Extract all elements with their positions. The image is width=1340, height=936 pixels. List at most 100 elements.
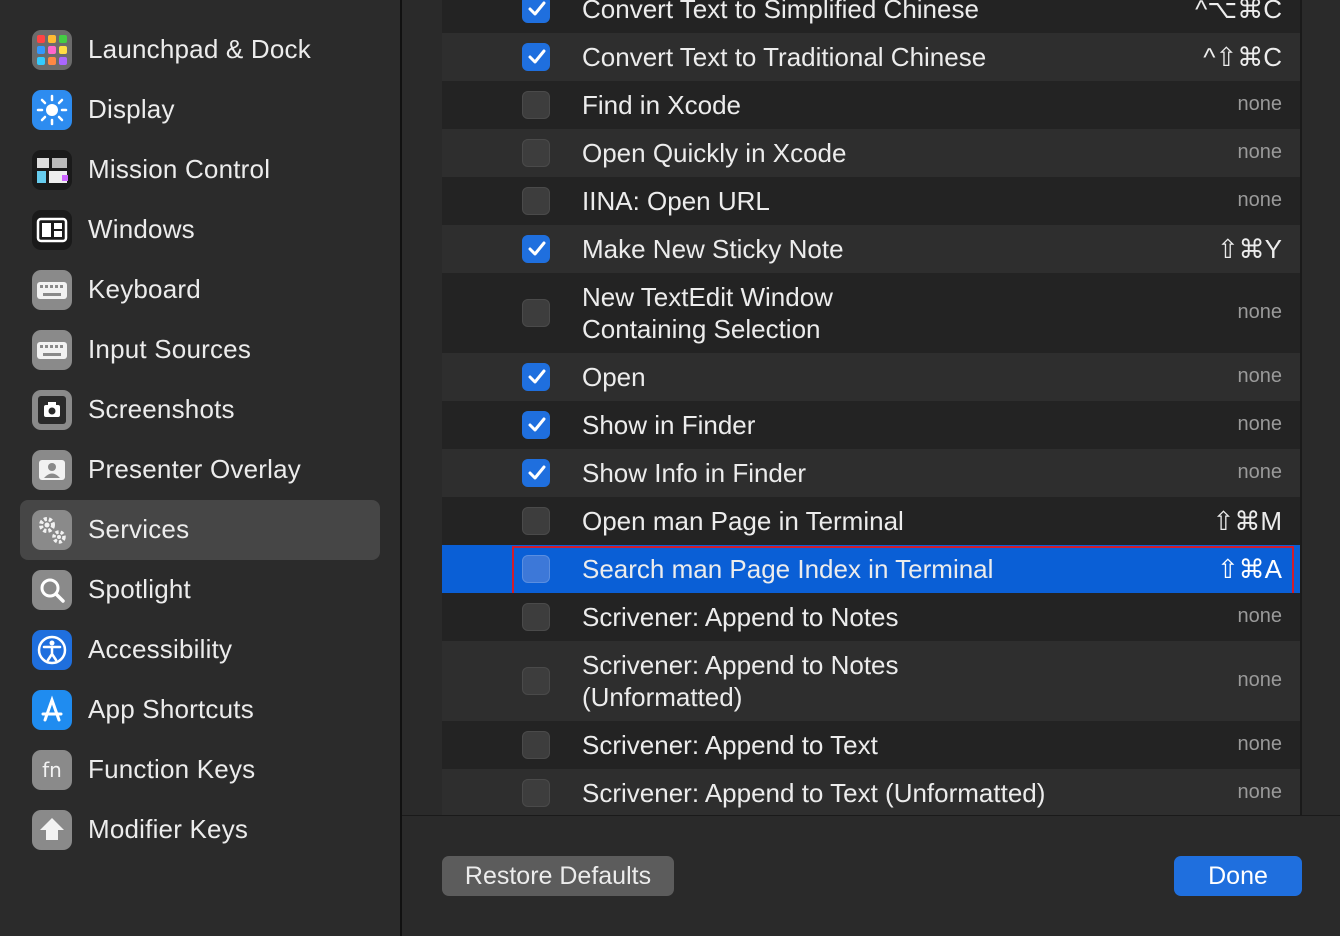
service-row[interactable]: Make New Sticky Note ⇧⌘Y xyxy=(442,225,1302,273)
service-checkbox[interactable] xyxy=(522,0,550,23)
service-row[interactable]: IINA: Open URL none xyxy=(442,177,1302,225)
services-list[interactable]: Convert Text to Simplified Chinese ^⌥⌘C Co… xyxy=(442,0,1302,815)
service-shortcut[interactable]: none xyxy=(1238,141,1283,164)
sidebar-item-mission-control[interactable]: Mission Control xyxy=(20,140,380,200)
service-checkbox[interactable] xyxy=(522,779,550,807)
service-shortcut[interactable]: none xyxy=(1238,461,1283,484)
sidebar-item-keyboard[interactable]: Keyboard xyxy=(20,260,380,320)
service-row[interactable]: Open none xyxy=(442,353,1302,401)
service-shortcut[interactable]: ⇧⌘M xyxy=(1213,506,1282,537)
service-shortcut[interactable]: none xyxy=(1238,669,1283,692)
service-label: Scrivener: Append to Text (Unformatted) xyxy=(582,777,1045,809)
sidebar-item-label: Presenter Overlay xyxy=(88,454,301,484)
service-row[interactable]: Open man Page in Terminal ⇧⌘M xyxy=(442,497,1302,545)
service-shortcut[interactable]: ^⌥⌘C xyxy=(1195,0,1282,25)
service-label-line: Open man Page in Terminal xyxy=(582,506,904,536)
service-checkbox[interactable] xyxy=(522,555,550,583)
screenshots-icon xyxy=(32,390,72,430)
service-row[interactable]: Scrivener: Append to Text (Unformatted) n… xyxy=(442,769,1302,815)
service-label: Convert Text to Traditional Chinese xyxy=(582,41,986,73)
service-label: New TextEdit Window Containing Selection xyxy=(582,281,833,345)
presenter-overlay-icon xyxy=(32,450,72,490)
service-label: Open Quickly in Xcode xyxy=(582,137,846,169)
service-row[interactable]: Convert Text to Simplified Chinese ^⌥⌘C xyxy=(442,0,1302,33)
service-label: Show in Finder xyxy=(582,409,755,441)
service-checkbox[interactable] xyxy=(522,459,550,487)
service-row[interactable]: Search man Page Index in Terminal ⇧⌘A xyxy=(442,545,1302,593)
keyboard-icon xyxy=(32,270,72,310)
service-label-line: Scrivener: Append to Text (Unformatted) xyxy=(582,778,1046,808)
sidebar-item-input-sources[interactable]: Input Sources xyxy=(20,320,380,380)
service-row[interactable]: Show in Finder none xyxy=(442,401,1302,449)
service-row[interactable]: Convert Text to Traditional Chinese ^⇧⌘C xyxy=(442,33,1302,81)
function-keys-icon: fn xyxy=(32,750,72,790)
service-row[interactable]: Find in Xcode none xyxy=(442,81,1302,129)
service-label: Scrivener: Append to Text xyxy=(582,729,878,761)
sidebar-item-label: Mission Control xyxy=(88,154,271,184)
sidebar-item-app-shortcuts[interactable]: App Shortcuts xyxy=(20,680,380,740)
service-checkbox[interactable] xyxy=(522,667,550,695)
sidebar-item-spotlight[interactable]: Spotlight xyxy=(20,560,380,620)
service-label: Scrivener: Append to Notes xyxy=(582,601,899,633)
sidebar-item-presenter-overlay[interactable]: Presenter Overlay xyxy=(20,440,380,500)
service-label-line: Show in Finder xyxy=(582,410,756,440)
service-label: Open man Page in Terminal xyxy=(582,505,904,537)
sidebar-item-screenshots[interactable]: Screenshots xyxy=(20,380,380,440)
sidebar-item-label: Input Sources xyxy=(88,334,252,364)
service-checkbox[interactable] xyxy=(522,603,550,631)
service-checkbox[interactable] xyxy=(522,187,550,215)
service-shortcut[interactable]: none xyxy=(1238,733,1283,756)
sidebar-item-windows[interactable]: Windows xyxy=(20,200,380,260)
sidebar-item-accessibility[interactable]: Accessibility xyxy=(20,620,380,680)
sidebar-item-function-keys[interactable]: fn Function Keys xyxy=(20,740,380,800)
service-row[interactable]: Scrivener: Append to Notes (Unformatted) n… xyxy=(442,641,1302,721)
service-label: Search man Page Index in Terminal xyxy=(582,553,993,585)
sidebar-item-label: Services xyxy=(88,514,190,544)
service-label-line: Scrivener: Append to Notes xyxy=(582,650,899,680)
sidebar-item-label: Display xyxy=(88,94,175,124)
service-shortcut[interactable]: none xyxy=(1238,301,1283,324)
display-icon xyxy=(32,90,72,130)
service-shortcut[interactable]: ⇧⌘A xyxy=(1217,554,1282,585)
service-shortcut[interactable]: none xyxy=(1238,93,1283,116)
service-label-line: Scrivener: Append to Text xyxy=(582,730,878,760)
service-checkbox[interactable] xyxy=(522,43,550,71)
restore-defaults-button[interactable]: Restore Defaults xyxy=(442,856,674,896)
service-checkbox[interactable] xyxy=(522,507,550,535)
service-shortcut[interactable]: none xyxy=(1238,189,1283,212)
service-label-line: Scrivener: Append to Notes xyxy=(582,602,899,632)
service-shortcut[interactable]: none xyxy=(1238,365,1283,388)
service-row[interactable]: Scrivener: Append to Notes none xyxy=(442,593,1302,641)
sidebar-item-label: Windows xyxy=(88,214,195,244)
sidebar-item-modifier-keys[interactable]: Modifier Keys xyxy=(20,800,380,860)
sidebar-item-label: Accessibility xyxy=(88,634,233,664)
sidebar-item-display[interactable]: Display xyxy=(20,80,380,140)
service-label: Make New Sticky Note xyxy=(582,233,844,265)
service-label: IINA: Open URL xyxy=(582,185,770,217)
sidebar-item-launchpad-dock[interactable]: Launchpad & Dock xyxy=(20,20,380,80)
service-checkbox[interactable] xyxy=(522,411,550,439)
footer-separator xyxy=(402,815,1340,816)
done-button[interactable]: Done xyxy=(1174,856,1302,896)
service-row[interactable]: Scrivener: Append to Text none xyxy=(442,721,1302,769)
service-label-line: Search man Page Index in Terminal xyxy=(582,554,994,584)
service-checkbox[interactable] xyxy=(522,139,550,167)
service-label-line: Open Quickly in Xcode xyxy=(582,138,847,168)
service-shortcut[interactable]: none xyxy=(1238,605,1283,628)
service-shortcut[interactable]: none xyxy=(1238,781,1283,804)
service-row[interactable]: New TextEdit Window Containing Selection n… xyxy=(442,273,1302,353)
windows-icon xyxy=(32,210,72,250)
sidebar-item-services[interactable]: Services xyxy=(20,500,380,560)
service-row[interactable]: Show Info in Finder none xyxy=(442,449,1302,497)
service-checkbox[interactable] xyxy=(522,299,550,327)
service-checkbox[interactable] xyxy=(522,731,550,759)
service-label: Scrivener: Append to Notes (Unformatted) xyxy=(582,649,899,713)
app-shortcuts-icon xyxy=(32,690,72,730)
service-shortcut[interactable]: none xyxy=(1238,413,1283,436)
service-checkbox[interactable] xyxy=(522,91,550,119)
service-shortcut[interactable]: ^⇧⌘C xyxy=(1203,42,1282,73)
service-row[interactable]: Open Quickly in Xcode none xyxy=(442,129,1302,177)
service-shortcut[interactable]: ⇧⌘Y xyxy=(1217,234,1282,265)
service-checkbox[interactable] xyxy=(522,363,550,391)
service-checkbox[interactable] xyxy=(522,235,550,263)
